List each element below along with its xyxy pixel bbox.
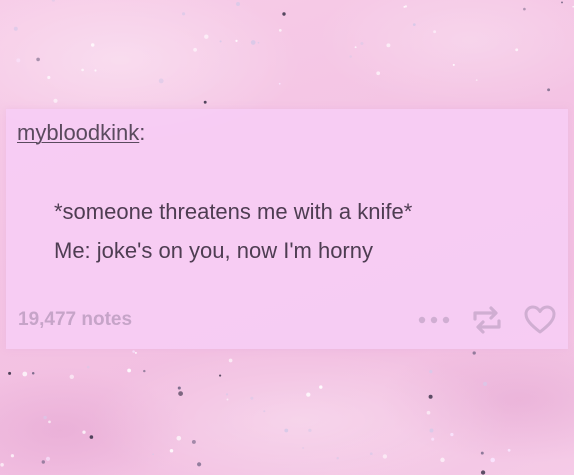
sparkle-dot (203, 100, 207, 104)
sparkle-dot (433, 30, 437, 34)
sparkle-dot (10, 454, 15, 458)
sparkle-dot (82, 430, 86, 434)
sparkle-dot (235, 1, 241, 7)
sparkle-dot (376, 71, 381, 76)
sparkle-dot (182, 12, 186, 16)
post-username: mybloodkink: (17, 119, 145, 147)
sparkle-dot (480, 451, 484, 455)
sparkle-dot (257, 41, 260, 44)
sparkle-dot (193, 47, 198, 52)
sparkle-dot (152, 453, 154, 456)
sparkle-dot (81, 68, 84, 72)
sparkle-dot (16, 58, 21, 63)
sparkle-dot (197, 462, 202, 467)
sparkle-dot (169, 448, 174, 453)
sparkle-dot (284, 428, 289, 433)
sparkle-dot (43, 415, 47, 420)
sparkle-dot (8, 371, 12, 375)
sparkle-dot (278, 29, 282, 32)
post-actions (417, 304, 557, 336)
sparkle-dot (86, 365, 90, 369)
sparkle-dot (235, 39, 238, 43)
sparkle-dot (134, 351, 137, 354)
username-colon: : (139, 120, 146, 145)
sparkle-dot (226, 398, 229, 401)
sparkle-dot (386, 43, 391, 48)
sparkle-dot (278, 82, 281, 85)
sparkle-dot (132, 350, 135, 353)
sparkle-dot (177, 386, 181, 390)
sparkle-dot (263, 410, 266, 413)
sparkle-dot (336, 457, 339, 460)
sparkle-dot (94, 69, 97, 72)
sparkle-dot (225, 393, 229, 396)
sparkle-dot (319, 385, 323, 389)
sparkle-dot (69, 374, 75, 380)
sparkle-dot (523, 7, 526, 11)
sparkle-dot (515, 48, 519, 52)
sparkle-dot (472, 351, 476, 355)
sparkle-dot (47, 75, 51, 80)
sparkle-dot (250, 396, 254, 400)
sparkle-dot (483, 381, 488, 386)
sparkle-dot (228, 358, 233, 363)
sparkle-dot (13, 26, 18, 31)
sparkle-dot (158, 78, 164, 84)
post-body: *someone threatens me with a knife* Me: … (54, 192, 412, 270)
sparkle-dot (412, 23, 416, 26)
sparkle-dot (369, 452, 373, 456)
sparkle-dot (53, 98, 58, 103)
sparkle-dot (219, 40, 222, 43)
sparkle-dot (204, 34, 209, 39)
sparkle-dot (51, 0, 55, 2)
sparkle-dot (250, 40, 256, 45)
sparkle-dot (308, 428, 312, 433)
sparkle-dot (440, 457, 445, 463)
heart-icon[interactable] (523, 304, 557, 336)
sparkle-dot (507, 448, 511, 452)
sparkle-dot (431, 437, 435, 441)
sparkle-dot (282, 12, 286, 16)
sparkle-dot (429, 370, 433, 374)
sparkle-dot (22, 371, 28, 377)
sparkle-dot (490, 457, 495, 463)
sparkle-dot (561, 1, 563, 4)
sparkle-dot (0, 463, 4, 467)
sparkle-dot (360, 41, 364, 46)
sparkle-dot (475, 79, 478, 81)
sparkle-dot (547, 88, 551, 92)
sparkle-dot (178, 391, 183, 396)
sparkle-dot (176, 435, 182, 441)
sparkle-dot (89, 435, 94, 439)
sparkle-dot (403, 5, 406, 8)
more-dots-icon[interactable] (417, 314, 451, 326)
sparkle-dot (219, 374, 222, 377)
sparkle-dot (306, 392, 311, 397)
sparkle-dot (143, 369, 146, 373)
post-line-1: *someone threatens me with a knife* (54, 199, 413, 224)
sparkle-dot (354, 46, 357, 49)
sparkle-dot (90, 43, 95, 47)
sparkle-dot (349, 55, 352, 58)
sparkle-dot (426, 410, 431, 415)
sparkle-dot (429, 428, 434, 433)
sparkle-dot (480, 470, 486, 475)
sparkle-dot (302, 447, 305, 449)
sparkle-dot (36, 57, 40, 62)
sparkle-dot (191, 439, 196, 444)
sparkle-dot (45, 456, 51, 461)
post-line-2: Me: joke's on you, now I'm horny (54, 238, 373, 263)
sparkle-dot (428, 394, 433, 399)
sparkle-dot (31, 372, 35, 375)
notes-count[interactable]: 19,477 notes (18, 309, 132, 331)
sparkle-dot (41, 460, 45, 464)
reblog-icon[interactable] (471, 305, 503, 335)
sparkle-dot (450, 432, 454, 437)
sparkle-dot (48, 420, 51, 424)
username-link[interactable]: mybloodkink (17, 120, 139, 145)
sparkle-dot (382, 454, 388, 459)
sparkle-dot (452, 63, 455, 66)
post-card: mybloodkink: *someone threatens me with … (6, 109, 568, 349)
sparkle-dot (127, 368, 132, 373)
